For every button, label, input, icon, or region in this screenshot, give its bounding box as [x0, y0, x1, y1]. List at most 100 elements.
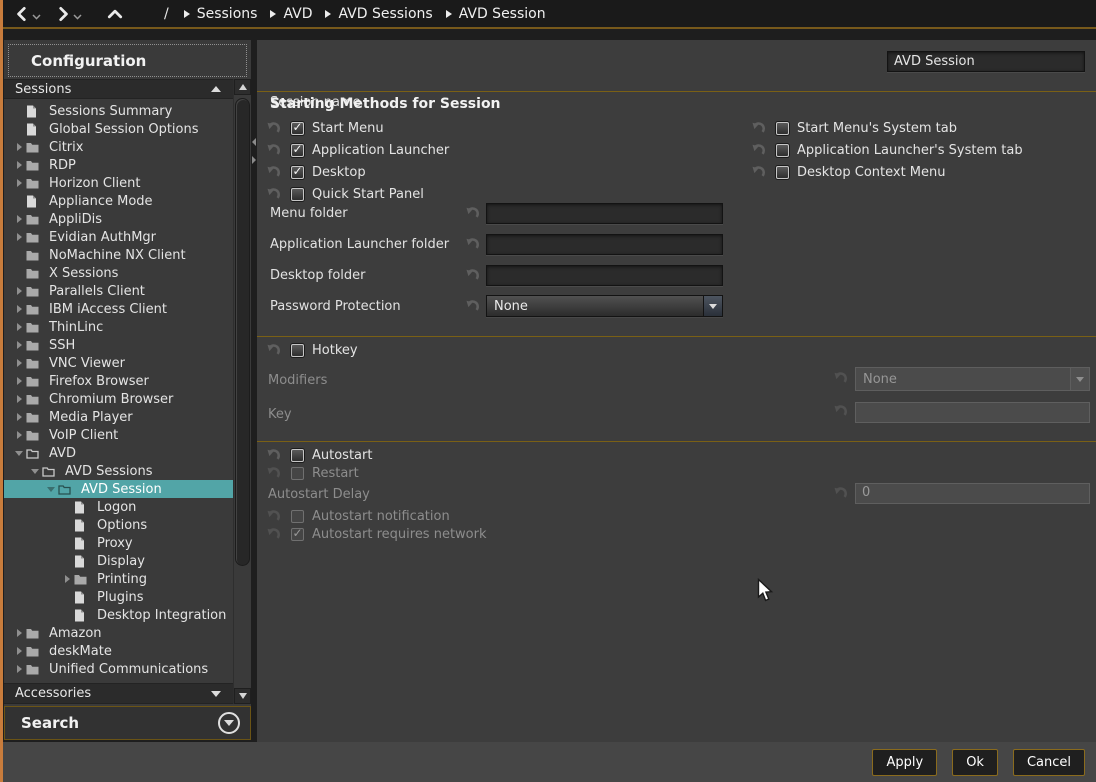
tree-item-chromium-browser[interactable]: Chromium Browser	[4, 390, 233, 408]
expand-collapsed-icon[interactable]	[12, 359, 26, 367]
expand-expanded-icon[interactable]	[28, 469, 42, 474]
tree-item-x-sessions[interactable]: X Sessions	[4, 264, 233, 282]
desktop-checkbox[interactable]: ✓	[291, 166, 304, 179]
desktop-context-menu-checkbox[interactable]: ✓	[776, 166, 789, 179]
reset-parameter-icon[interactable]	[265, 186, 282, 202]
breadcrumb-root[interactable]: /	[164, 6, 169, 22]
apply-button[interactable]: Apply	[872, 749, 937, 776]
breadcrumb-item-sessions[interactable]: Sessions	[184, 6, 258, 22]
scrollbar-thumb[interactable]	[235, 98, 250, 566]
expand-collapsed-icon[interactable]	[12, 143, 26, 151]
expand-collapsed-icon[interactable]	[12, 179, 26, 187]
reset-parameter-icon[interactable]	[265, 120, 282, 136]
expand-expanded-icon[interactable]	[12, 451, 26, 456]
expand-collapsed-icon[interactable]	[12, 413, 26, 421]
tree-item-appliance-mode[interactable]: Appliance Mode	[4, 192, 233, 210]
reset-parameter-icon[interactable]	[750, 120, 767, 136]
tree-item-horizon-client[interactable]: Horizon Client	[4, 174, 233, 192]
tree-item-unified-communications[interactable]: Unified Communications	[4, 660, 233, 678]
scrollbar-down-button[interactable]	[234, 688, 251, 704]
expand-collapsed-icon[interactable]	[12, 215, 26, 223]
tree-item-media-player[interactable]: Media Player	[4, 408, 233, 426]
tree-item-logon[interactable]: Logon	[4, 498, 233, 516]
tree-item-voip-client[interactable]: VoIP Client	[4, 426, 233, 444]
breadcrumb-item-avd-session[interactable]: AVD Session	[446, 6, 546, 22]
breadcrumb-item-avd[interactable]: AVD	[270, 6, 312, 22]
start-menu-checkbox[interactable]: ✓	[291, 122, 304, 135]
expand-collapsed-icon[interactable]	[12, 287, 26, 295]
back-button[interactable]	[14, 6, 41, 22]
breadcrumb-item-avd-sessions[interactable]: AVD Sessions	[325, 6, 432, 22]
application-launcher-checkbox[interactable]: ✓	[291, 144, 304, 157]
expand-collapsed-icon[interactable]	[12, 395, 26, 403]
tree-item-rdp[interactable]: RDP	[4, 156, 233, 174]
reset-parameter-icon[interactable]	[750, 164, 767, 180]
tree-item-avd[interactable]: AVD	[4, 444, 233, 462]
expand-expanded-icon[interactable]	[44, 487, 58, 492]
cancel-button[interactable]: Cancel	[1013, 749, 1085, 776]
accordion-sessions[interactable]: Sessions	[4, 79, 233, 99]
tree-item-ssh[interactable]: SSH	[4, 336, 233, 354]
reset-parameter-icon[interactable]	[832, 403, 849, 419]
tree-item-global-session-options[interactable]: Global Session Options	[4, 120, 233, 138]
session-name-input[interactable]	[887, 51, 1085, 72]
reset-parameter-icon[interactable]	[265, 465, 282, 481]
reset-parameter-icon[interactable]	[832, 485, 849, 501]
reset-parameter-icon[interactable]	[265, 526, 282, 542]
expand-collapsed-icon[interactable]	[12, 377, 26, 385]
accordion-accessories[interactable]: Accessories	[4, 683, 233, 704]
hotkey-checkbox[interactable]: ✓	[291, 344, 304, 357]
quick-start-panel-checkbox[interactable]: ✓	[291, 188, 304, 201]
reset-parameter-icon[interactable]	[265, 142, 282, 158]
tree-item-vnc-viewer[interactable]: VNC Viewer	[4, 354, 233, 372]
tree-item-plugins[interactable]: Plugins	[4, 588, 233, 606]
tree-item-firefox-browser[interactable]: Firefox Browser	[4, 372, 233, 390]
tree-item-printing[interactable]: Printing	[4, 570, 233, 588]
expand-collapsed-icon[interactable]	[60, 575, 74, 583]
tree-item-deskmate[interactable]: deskMate	[4, 642, 233, 660]
tree-item-sessions-summary[interactable]: Sessions Summary	[4, 102, 233, 120]
menu-folder-input[interactable]	[486, 203, 723, 224]
reset-parameter-icon[interactable]	[265, 447, 282, 463]
expand-collapsed-icon[interactable]	[12, 629, 26, 637]
reset-parameter-icon[interactable]	[832, 370, 849, 386]
expand-collapsed-icon[interactable]	[12, 431, 26, 439]
reset-parameter-icon[interactable]	[265, 508, 282, 524]
up-level-button[interactable]	[106, 6, 124, 22]
tree-item-ibm-iaccess-client[interactable]: IBM iAccess Client	[4, 300, 233, 318]
tree-item-parallels-client[interactable]: Parallels Client	[4, 282, 233, 300]
expand-collapsed-icon[interactable]	[12, 305, 26, 313]
forward-button[interactable]	[55, 6, 82, 22]
expand-collapsed-icon[interactable]	[12, 341, 26, 349]
forward-history-caret-icon[interactable]	[73, 14, 82, 20]
reset-parameter-icon[interactable]	[265, 164, 282, 180]
autostart-checkbox[interactable]: ✓	[291, 449, 304, 462]
expand-collapsed-icon[interactable]	[12, 323, 26, 331]
scrollbar-track[interactable]	[234, 95, 251, 688]
dropdown-arrow-icon[interactable]	[703, 296, 722, 316]
start-menu-s-system-tab-checkbox[interactable]: ✓	[776, 122, 789, 135]
tree-item-evidian-authmgr[interactable]: Evidian AuthMgr	[4, 228, 233, 246]
tree-item-amazon[interactable]: Amazon	[4, 624, 233, 642]
reset-parameter-icon[interactable]	[750, 142, 767, 158]
reset-parameter-icon[interactable]	[464, 237, 481, 253]
ok-button[interactable]: Ok	[952, 749, 998, 776]
tree-item-display[interactable]: Display	[4, 552, 233, 570]
back-history-caret-icon[interactable]	[32, 14, 41, 20]
expand-collapsed-icon[interactable]	[12, 647, 26, 655]
reset-parameter-icon[interactable]	[464, 268, 481, 284]
tree-item-applidis[interactable]: AppliDis	[4, 210, 233, 228]
tree-item-nomachine-nx-client[interactable]: NoMachine NX Client	[4, 246, 233, 264]
desktop-folder-input[interactable]	[486, 265, 723, 286]
tree-item-avd-sessions[interactable]: AVD Sessions	[4, 462, 233, 480]
reset-parameter-icon[interactable]	[464, 206, 481, 222]
application-launcher-s-system-tab-checkbox[interactable]: ✓	[776, 144, 789, 157]
reset-parameter-icon[interactable]	[464, 298, 481, 314]
scrollbar-up-button[interactable]	[234, 79, 251, 95]
tree-item-avd-session[interactable]: AVD Session	[4, 480, 233, 498]
search-expand-button[interactable]	[218, 712, 240, 734]
reset-parameter-icon[interactable]	[265, 342, 282, 358]
tree-item-citrix[interactable]: Citrix	[4, 138, 233, 156]
tree-item-options[interactable]: Options	[4, 516, 233, 534]
password-protection-select[interactable]: None	[486, 295, 723, 317]
